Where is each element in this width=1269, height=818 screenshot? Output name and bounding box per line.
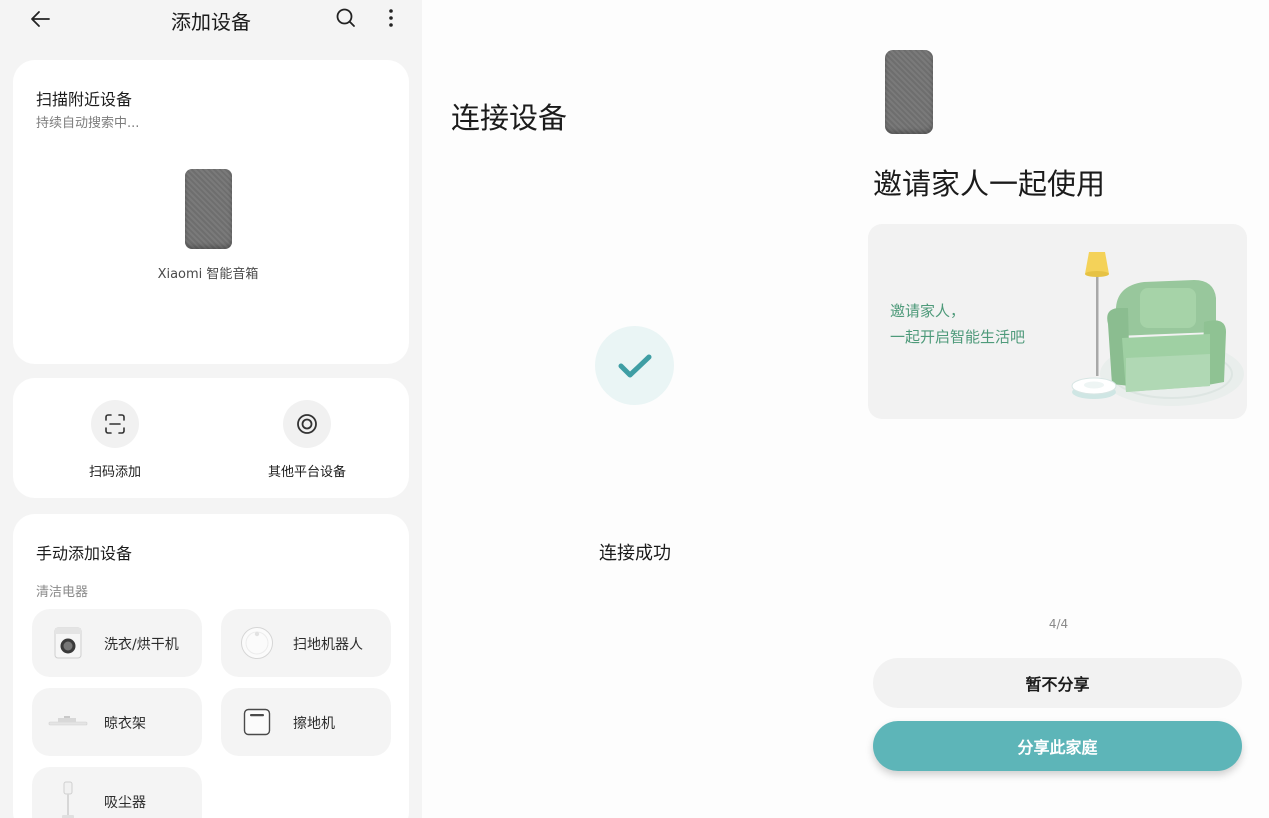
device-tile-robot-vacuum[interactable]: 扫地机器人 — [221, 609, 391, 677]
category-label: 清洁电器 — [36, 585, 89, 600]
page-indicator: 4/4 — [1048, 617, 1069, 631]
washer-icon — [54, 627, 82, 659]
invite-title: 邀请家人一起使用 — [873, 167, 1106, 201]
smart-speaker-image[interactable] — [185, 169, 232, 249]
skip-share-button[interactable]: 暂不分享 — [873, 658, 1242, 708]
search-icon — [336, 8, 355, 27]
smart-speaker-image — [885, 50, 933, 134]
device-tile-clothes-rack[interactable]: 晾衣架 — [32, 688, 202, 756]
device-tile-washer[interactable]: 洗衣/烘干机 — [32, 609, 202, 677]
platform-icon-circle — [283, 400, 331, 448]
top-bar: 添加设备 — [0, 0, 422, 40]
robot-vacuum-icon — [241, 627, 273, 659]
floor-scrubber-icon — [243, 708, 271, 736]
found-device-name[interactable]: Xiaomi 智能音箱 — [153, 264, 263, 286]
page-title: 添加设备 — [171, 10, 251, 34]
scan-subtitle: 持续自动搜索中... — [36, 116, 140, 131]
clothes-rack-icon — [48, 716, 88, 726]
more-vertical-icon — [389, 9, 393, 27]
other-platform-label: 其他平台设备 — [267, 465, 346, 480]
invite-text-line1: 邀请家人， — [890, 302, 966, 320]
scan-code-icon-circle — [91, 400, 139, 448]
device-tile-label: 晾衣架 — [104, 716, 146, 732]
search-button[interactable] — [334, 6, 358, 30]
invite-family-panel: 邀请家人一起使用 邀请家人， 一起开启智能生活吧 4/4 暂不分享 分享此家庭 — [848, 0, 1269, 818]
manual-add-card: 手动添加设备 清洁电器 洗衣/烘干机 扫地机器人 晾衣架 擦地机 吸尘器 — [13, 514, 409, 818]
scan-code-add-button[interactable]: 扫码添加 — [60, 400, 170, 480]
device-tile-vacuum-cleaner[interactable]: 吸尘器 — [32, 767, 202, 818]
quick-actions-card: 扫码添加 其他平台设备 — [13, 378, 409, 498]
vacuum-cleaner-icon — [62, 781, 74, 818]
other-platform-button[interactable]: 其他平台设备 — [252, 400, 362, 480]
scan-code-label: 扫码添加 — [88, 465, 141, 480]
connect-device-panel: 连接设备 连接成功 — [422, 0, 848, 818]
invite-text-line2: 一起开启智能生活吧 — [890, 328, 1026, 346]
platform-ring-icon — [297, 414, 317, 434]
connect-status: 连接成功 — [599, 543, 671, 564]
invite-banner-text: 邀请家人， 一起开启智能生活吧 — [890, 298, 1025, 350]
device-tile-label: 擦地机 — [293, 716, 335, 732]
device-tile-floor-scrubber[interactable]: 擦地机 — [221, 688, 391, 756]
add-device-panel: 添加设备 扫描附近设备 持续自动搜索中... Xiaomi 智能音箱 扫码添加 … — [0, 0, 422, 818]
device-tile-label: 扫地机器人 — [293, 637, 363, 653]
device-tile-label: 洗衣/烘干机 — [104, 637, 179, 653]
share-family-button[interactable]: 分享此家庭 — [873, 721, 1242, 771]
scan-code-icon — [105, 414, 125, 434]
connect-title: 连接设备 — [451, 101, 568, 135]
manual-add-title: 手动添加设备 — [36, 544, 133, 563]
scan-nearby-card: 扫描附近设备 持续自动搜索中... Xiaomi 智能音箱 — [13, 60, 409, 364]
success-indicator — [595, 326, 674, 405]
checkmark-icon — [618, 354, 651, 377]
more-button[interactable] — [380, 6, 402, 30]
device-tile-label: 吸尘器 — [104, 795, 146, 811]
scan-title: 扫描附近设备 — [36, 90, 133, 109]
living-room-illustration — [1071, 252, 1244, 406]
invite-banner: 邀请家人， 一起开启智能生活吧 — [868, 224, 1247, 419]
